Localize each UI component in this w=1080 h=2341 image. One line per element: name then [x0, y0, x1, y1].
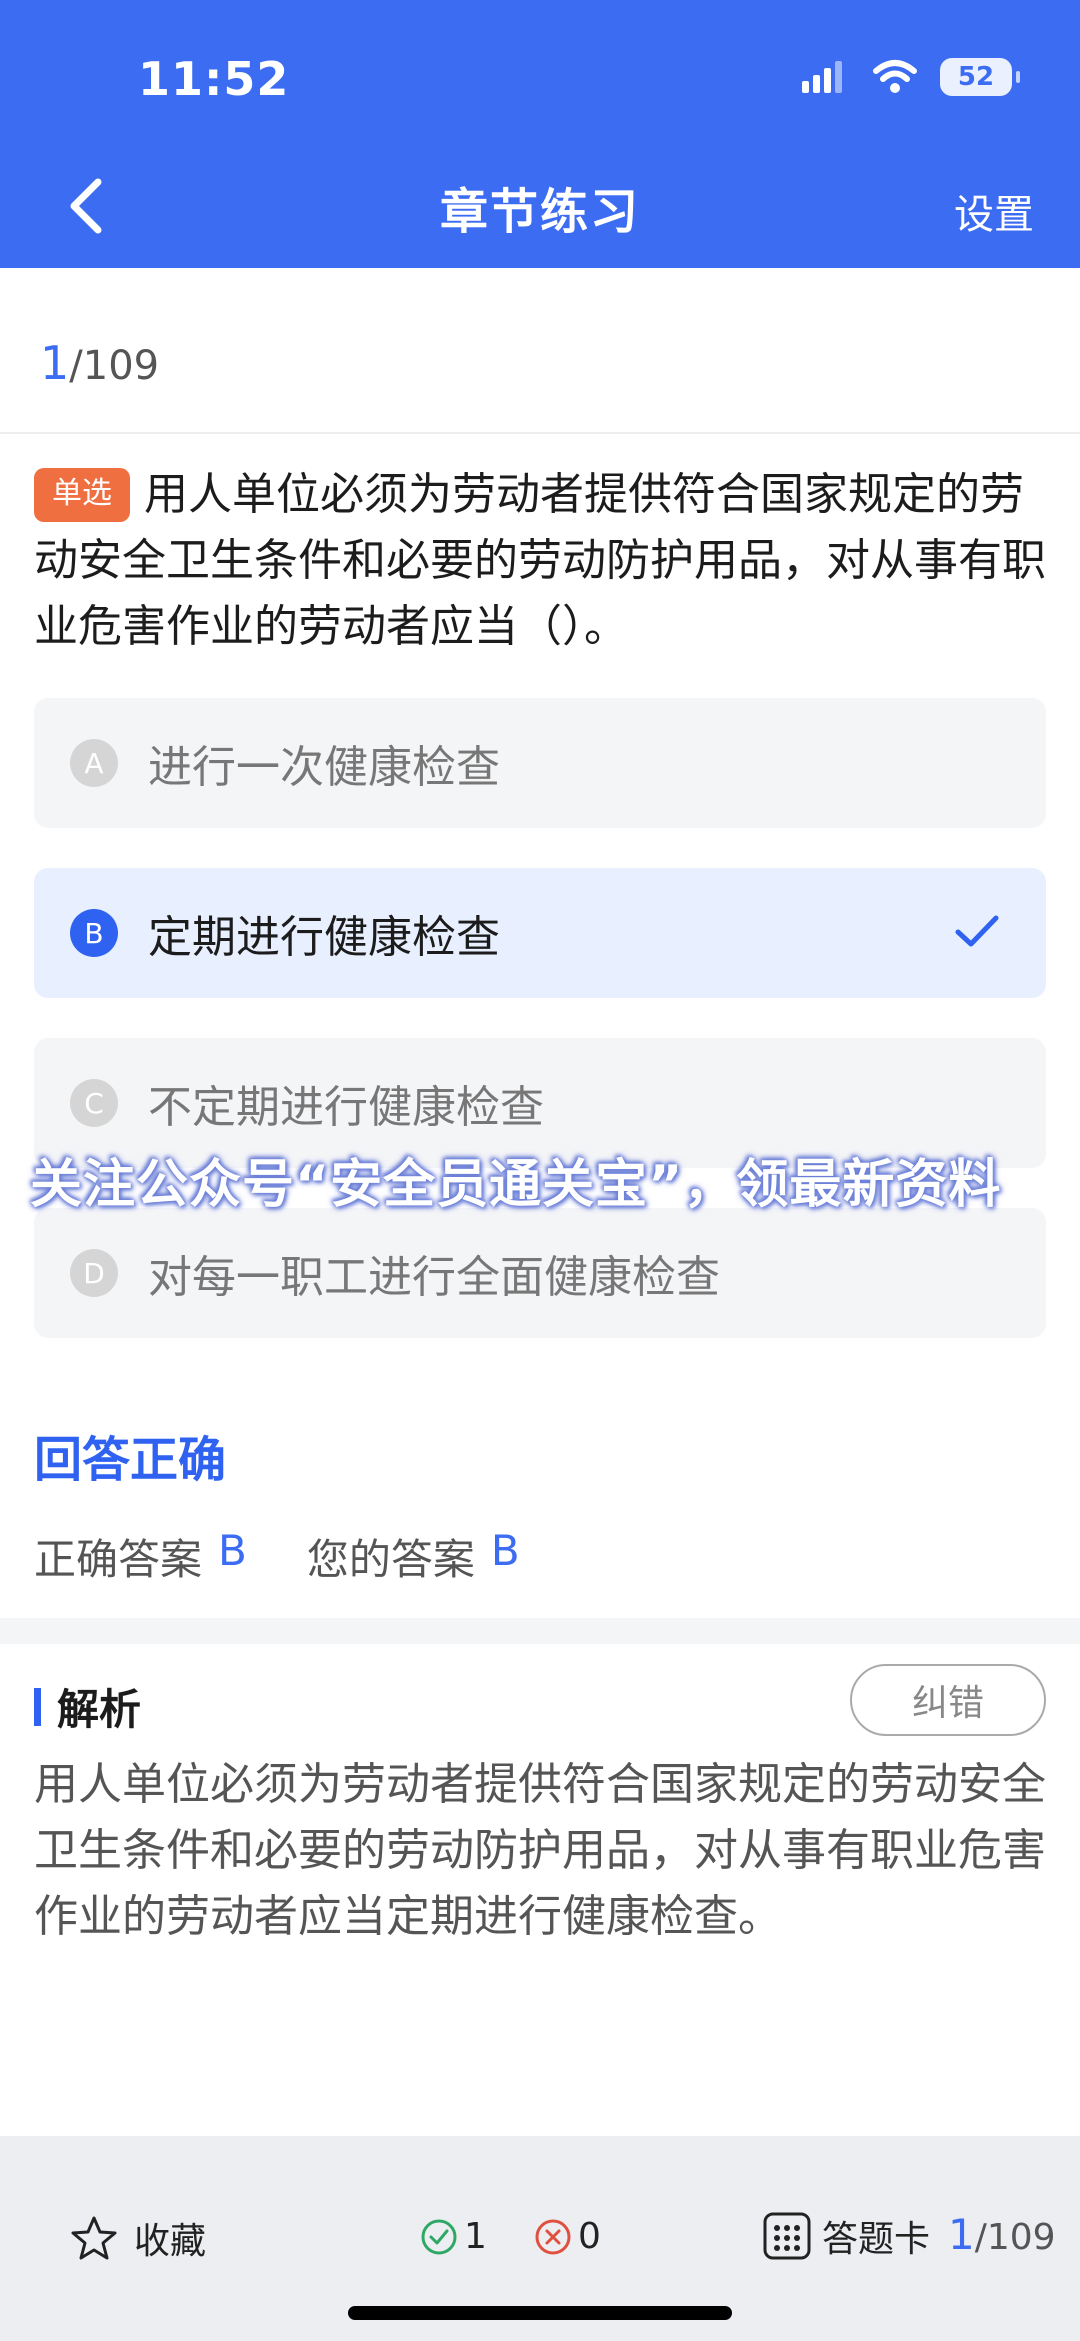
option-letter: D	[70, 1249, 118, 1297]
bottom-progress: 1/109	[948, 2210, 1056, 2259]
answer-card-label: 答题卡	[822, 2219, 931, 2260]
settings-button[interactable]: 设置	[954, 182, 1034, 240]
option-d[interactable]: D 对每一职工进行全面健康检查	[34, 1208, 1046, 1338]
option-text: 定期进行健康检查	[148, 912, 500, 963]
report-error-button[interactable]: 纠错	[850, 1664, 1046, 1736]
option-b[interactable]: B 定期进行健康检查	[34, 868, 1046, 998]
option-letter: A	[70, 739, 118, 787]
progress-total: /109	[69, 343, 160, 389]
star-icon	[71, 2216, 117, 2260]
option-letter: B	[70, 909, 118, 957]
correct-answer-label: 正确答案	[34, 1535, 203, 1584]
your-answer-value: B	[490, 1526, 520, 1575]
analysis-title: 解析	[57, 1685, 142, 1734]
check-circle-icon	[421, 2219, 457, 2254]
option-a[interactable]: A 进行一次健康检查	[34, 698, 1046, 828]
favorite-label: 收藏	[134, 2221, 207, 2262]
question-progress: 1/109	[40, 336, 159, 390]
your-answer-label: 您的答案	[306, 1535, 475, 1584]
question-type-tag: 单选	[34, 468, 130, 522]
option-text: 进行一次健康检查	[148, 742, 500, 793]
correct-answer-value: B	[218, 1526, 247, 1575]
analysis-accent-bar	[34, 1687, 41, 1726]
grid-icon	[763, 2212, 811, 2260]
checkmark-icon	[955, 915, 999, 947]
page-title: 章节练习	[439, 184, 640, 240]
option-text: 不定期进行健康检查	[148, 1082, 544, 1133]
option-letter: C	[70, 1079, 118, 1127]
signal-icon	[802, 61, 842, 93]
answer-summary: 正确答案 B 您的答案 B	[34, 1526, 580, 1587]
section-divider	[0, 1618, 1080, 1644]
status-icons: 52	[802, 58, 1020, 96]
status-time: 11:52	[138, 52, 290, 106]
divider	[0, 432, 1080, 434]
home-indicator	[348, 2306, 732, 2320]
question-text: 用人单位必须为劳动者提供符合国家规定的劳动安全卫生条件和必要的劳动防护用品，对从…	[34, 469, 1046, 652]
progress-current: 1	[40, 336, 70, 390]
battery-icon: 52	[940, 58, 1020, 96]
wifi-icon	[873, 60, 917, 93]
correct-count-value: 1	[464, 2216, 487, 2257]
watermark-text: 关注公众号“安全员通关宝”，领最新资料	[30, 1155, 1002, 1215]
app-header: 11:52 52 章节练习 设置	[0, 0, 1080, 268]
option-text: 对每一职工进行全面健康检查	[148, 1252, 720, 1303]
bottom-progress-current: 1	[948, 2210, 975, 2259]
x-circle-icon	[535, 2219, 571, 2254]
analysis-header: 解析	[34, 1676, 141, 1737]
question-stem: 单选 用人单位必须为劳动者提供符合国家规定的劳动安全卫生条件和必要的劳动防护用品，…	[34, 462, 1050, 660]
wrong-count-value: 0	[578, 2216, 601, 2257]
result-title: 回答正确	[34, 1432, 227, 1488]
favorite-button[interactable]: 收藏	[70, 2212, 206, 2264]
analysis-text: 用人单位必须为劳动者提供符合国家规定的劳动安全卫生条件和必要的劳动防护用品，对从…	[34, 1759, 1046, 1942]
answer-card-button[interactable]: 答题卡	[762, 2210, 930, 2262]
bottom-progress-total: /109	[974, 2217, 1056, 2258]
correct-count: 1	[420, 2216, 487, 2257]
wrong-count: 0	[534, 2216, 601, 2257]
